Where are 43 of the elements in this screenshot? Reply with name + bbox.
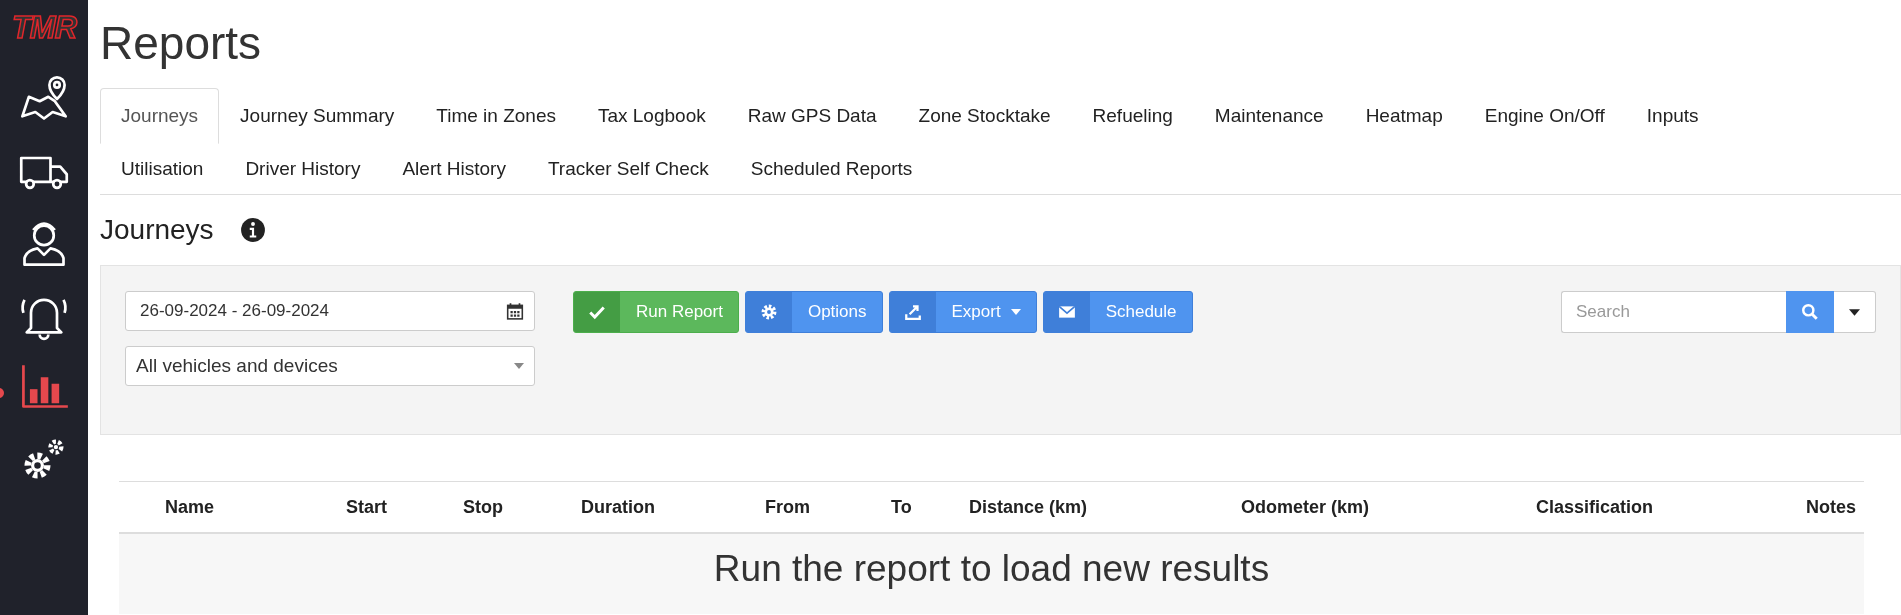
- tab[interactable]: Driver History: [224, 144, 382, 194]
- tab[interactable]: Heatmap: [1344, 88, 1464, 144]
- tab[interactable]: Zone Stocktake: [897, 88, 1072, 144]
- column-header: Name: [165, 496, 216, 518]
- search-button[interactable]: [1786, 291, 1834, 333]
- vehicle-select[interactable]: All vehicles and devices: [125, 346, 535, 386]
- column-header: To: [891, 496, 913, 518]
- tab[interactable]: Refueling: [1071, 88, 1194, 144]
- tab[interactable]: Alert History: [381, 144, 527, 194]
- column-header: Odometer (km): [1241, 496, 1371, 518]
- column-header: Start: [346, 496, 388, 518]
- dropdown-button[interactable]: [1834, 291, 1876, 333]
- tab[interactable]: Tax Logbook: [576, 88, 727, 144]
- column-header: Stop: [463, 496, 504, 518]
- search-field[interactable]: Search: [1561, 291, 1786, 333]
- tab[interactable]: Maintenance: [1193, 88, 1345, 144]
- column-header: From: [765, 496, 811, 518]
- tab[interactable]: Inputs: [1625, 88, 1720, 144]
- caret-icon: [1010, 309, 1021, 315]
- date-range-field[interactable]: 26-09-2024 - 26-09-2024: [125, 291, 535, 331]
- envelope-icon: [1057, 303, 1076, 321]
- tab[interactable]: Tracker Self Check: [526, 144, 730, 194]
- gear-icon: [759, 303, 778, 321]
- page-title: Reports: [100, 16, 263, 70]
- empty-message: Run the report to load new results: [119, 534, 1864, 614]
- tab[interactable]: Journeys: [100, 88, 220, 144]
- caret-icon: [514, 363, 524, 369]
- column-header: Classification: [1536, 496, 1655, 518]
- column-header: Distance (km): [969, 496, 1089, 518]
- caret-icon: [1849, 308, 1860, 316]
- export-icon: [903, 303, 922, 321]
- tab[interactable]: Raw GPS Data: [726, 88, 898, 144]
- column-header: Duration: [581, 496, 656, 518]
- section-title: Journeys: [100, 214, 214, 246]
- search-icon: [1801, 303, 1819, 321]
- calendar-icon: [506, 302, 524, 320]
- column-header: Notes: [1806, 496, 1857, 518]
- tab[interactable]: Journey Summary: [219, 88, 416, 144]
- tab[interactable]: Time in Zones: [415, 88, 577, 144]
- tab[interactable]: Engine On/Off: [1463, 88, 1626, 144]
- tab[interactable]: Scheduled Reports: [729, 144, 934, 194]
- tab[interactable]: Utilisation: [100, 144, 225, 194]
- info-icon[interactable]: [239, 217, 266, 243]
